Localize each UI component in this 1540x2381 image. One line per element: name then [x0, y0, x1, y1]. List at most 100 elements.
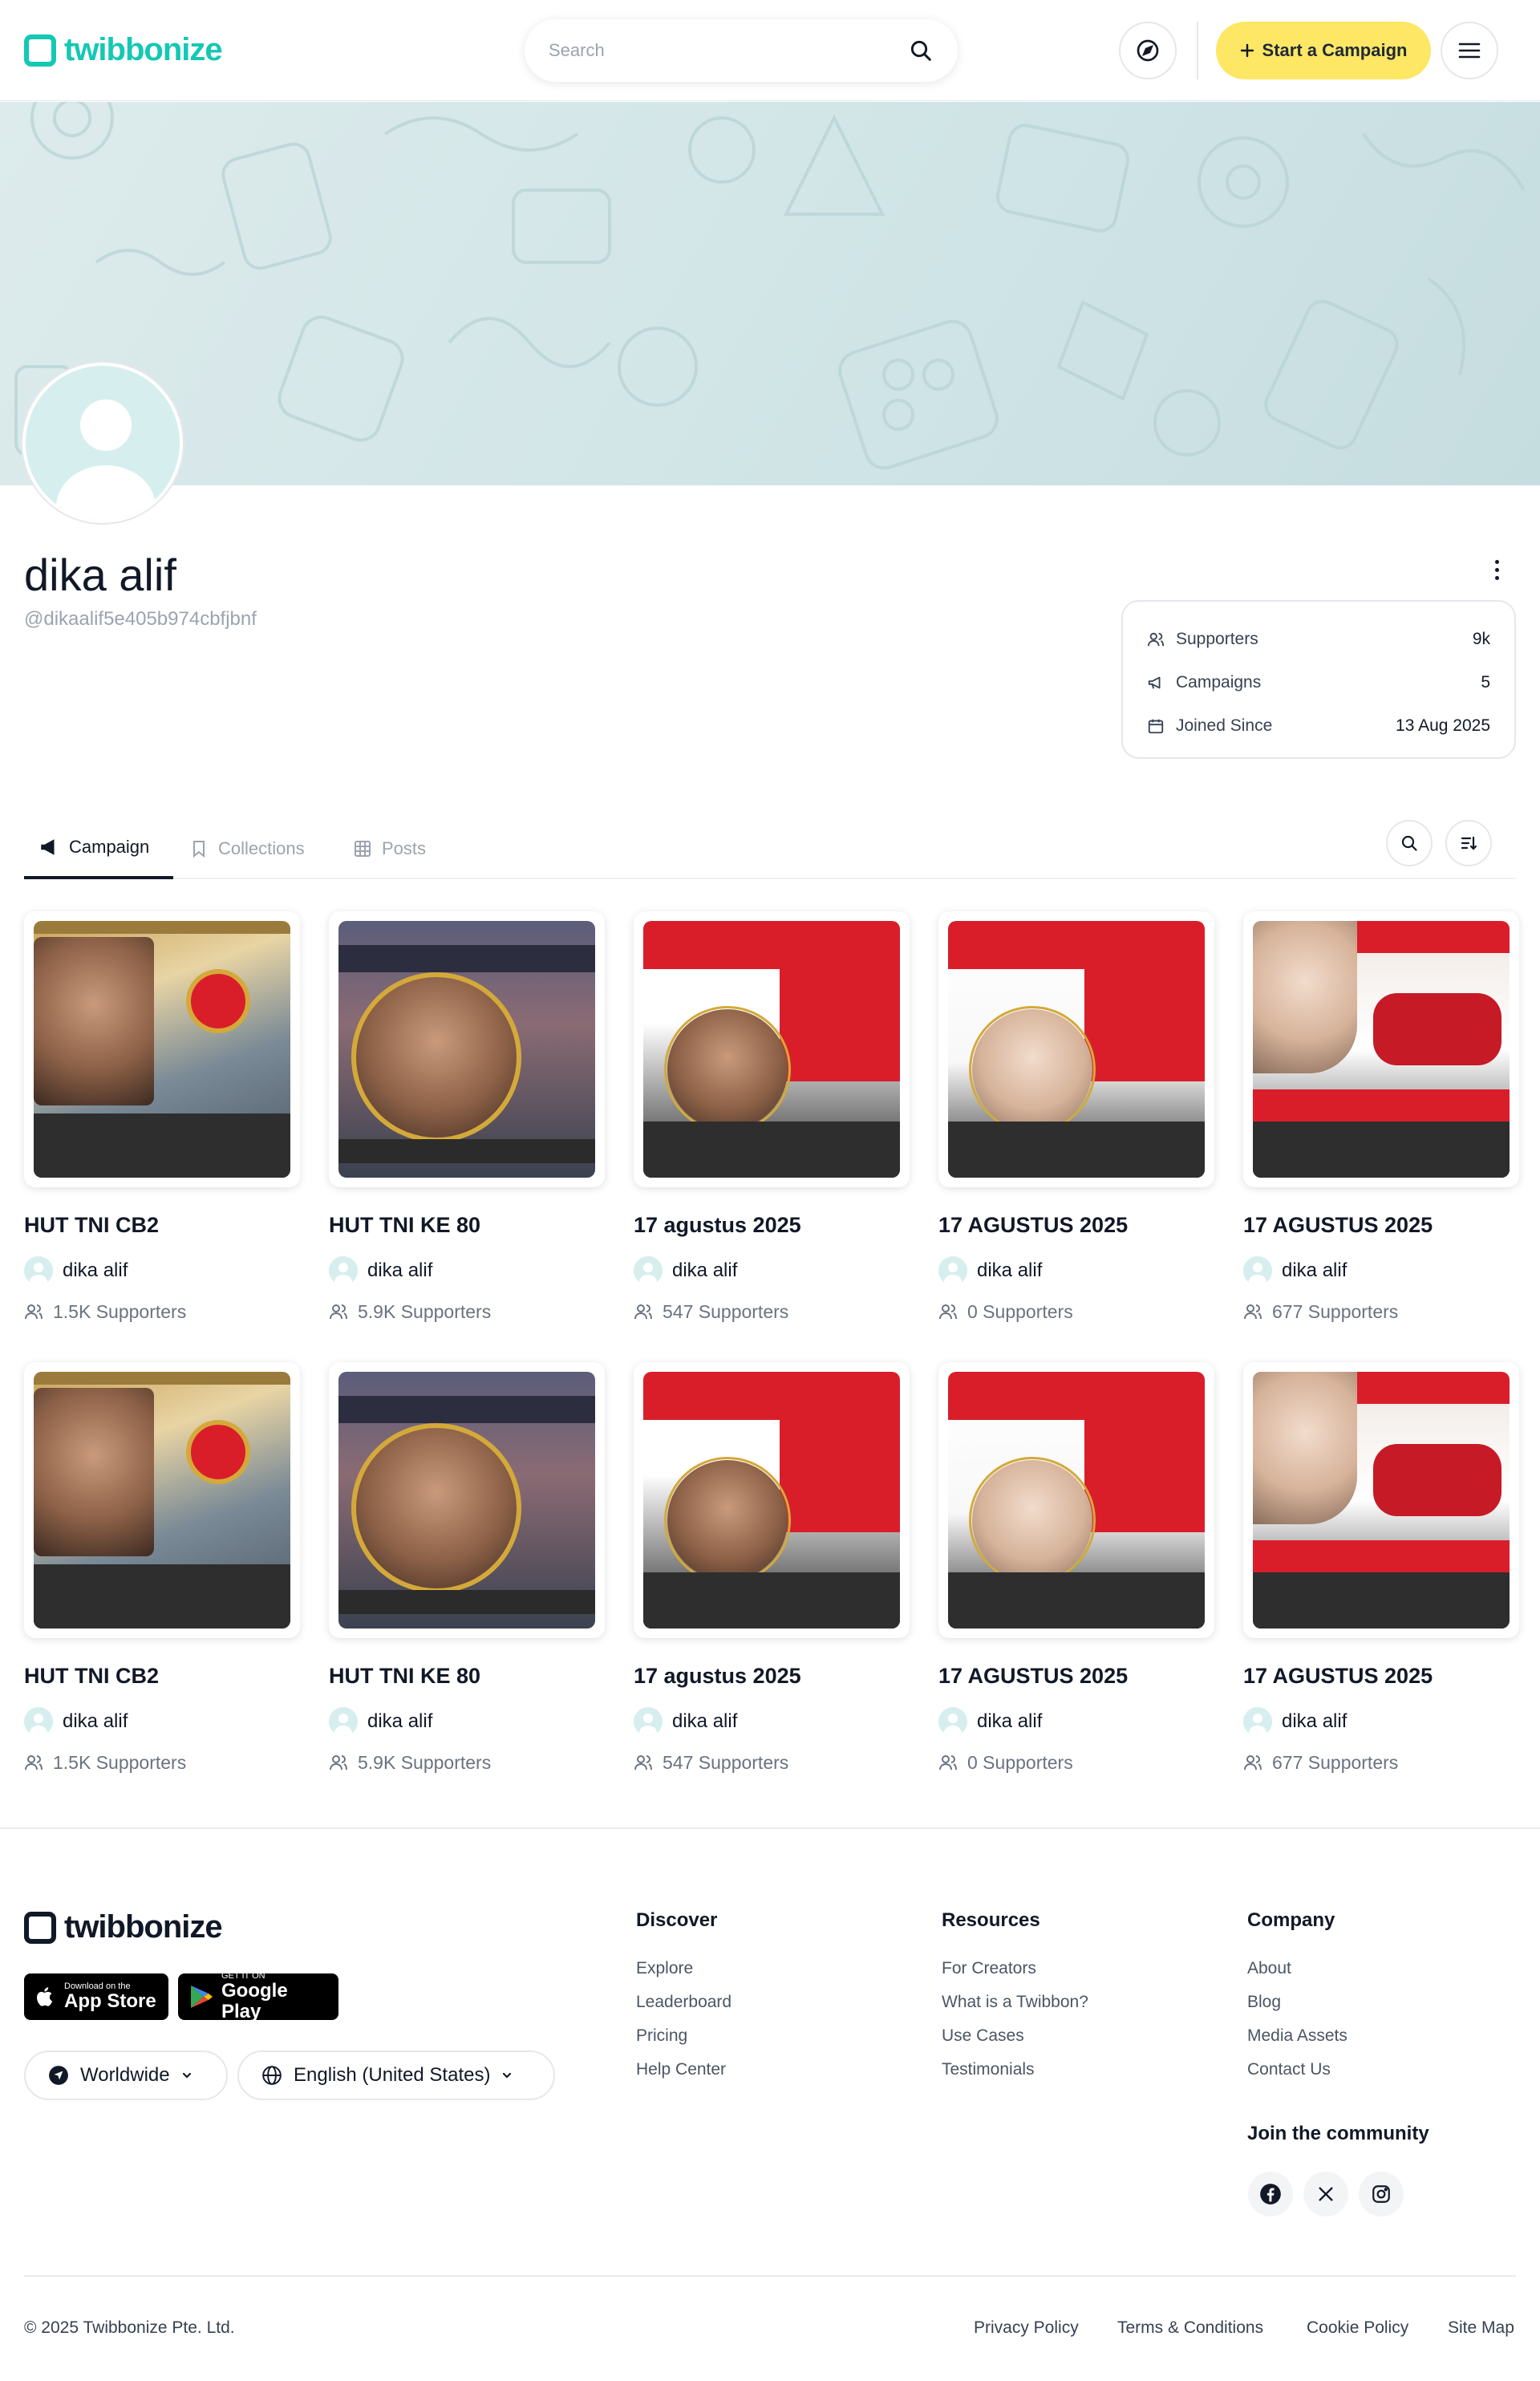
instagram-button[interactable] — [1359, 2172, 1404, 2217]
campaign-supporters: 547 Supporters — [634, 1298, 910, 1325]
language-selector[interactable]: English (United States) — [237, 2050, 555, 2100]
campaign-creator[interactable]: dika alif — [24, 1256, 300, 1285]
campaign-thumbnail[interactable] — [24, 911, 300, 1187]
campaign-title[interactable]: 17 AGUSTUS 2025 — [1243, 1664, 1519, 1691]
campaign-card[interactable]: HUT TNI CB2 dika alif 1.5K Supporters — [24, 1362, 300, 1776]
campaign-title[interactable]: 17 AGUSTUS 2025 — [938, 1213, 1214, 1240]
twibbonize-logo[interactable]: twibbonize — [24, 32, 223, 68]
tab-collections[interactable]: Collections — [189, 818, 305, 879]
sort-icon — [1459, 834, 1478, 853]
campaign-creator[interactable]: dika alif — [1243, 1256, 1519, 1285]
campaign-thumbnail[interactable] — [634, 911, 910, 1187]
campaign-card[interactable]: HUT TNI KE 80 dika alif 5.9K Supporters — [329, 911, 605, 1325]
campaign-supporters: 677 Supporters — [1243, 1298, 1519, 1325]
footer-link-contact-us[interactable]: Contact Us — [1247, 2060, 1348, 2084]
campaign-title[interactable]: 17 AGUSTUS 2025 — [1243, 1213, 1519, 1240]
search-placeholder[interactable]: Search — [549, 40, 908, 61]
campaign-card[interactable]: 17 AGUSTUS 2025 dika alif 677 Supporters — [1243, 1362, 1519, 1776]
region-selector[interactable]: Worldwide — [24, 2050, 228, 2100]
terms-conditions-link[interactable]: Terms & Conditions — [1117, 2318, 1263, 2338]
campaign-card[interactable]: 17 AGUSTUS 2025 dika alif 677 Supporters — [1243, 911, 1519, 1325]
campaign-card[interactable]: HUT TNI KE 80 dika alif 5.9K Supporters — [329, 1362, 605, 1776]
footer-link-media-assets[interactable]: Media Assets — [1247, 2026, 1348, 2050]
campaign-title[interactable]: HUT TNI CB2 — [24, 1213, 300, 1240]
sort-button[interactable] — [1445, 820, 1492, 866]
cookie-policy-link[interactable]: Cookie Policy — [1307, 2318, 1408, 2338]
campaign-card[interactable]: 17 AGUSTUS 2025 dika alif 0 Supporters — [938, 1362, 1214, 1776]
campaign-supporters: 0 Supporters — [938, 1749, 1214, 1776]
footer-link-about[interactable]: About — [1247, 1959, 1348, 1983]
logo-text: twibbonize — [64, 32, 223, 67]
campaign-supporters: 5.9K Supporters — [329, 1749, 605, 1776]
more-options-icon[interactable] — [1485, 554, 1508, 586]
campaign-title[interactable]: 17 agustus 2025 — [634, 1213, 910, 1240]
campaign-supporters: 547 Supporters — [634, 1749, 910, 1776]
campaign-frame-image — [948, 921, 1205, 1178]
compass-icon — [1135, 38, 1161, 63]
campaign-thumbnail[interactable] — [938, 1362, 1214, 1638]
tab-posts[interactable]: Posts — [353, 818, 426, 879]
campaign-card[interactable]: 17 agustus 2025 dika alif 547 Supporters — [634, 1362, 910, 1776]
campaign-card[interactable]: 17 AGUSTUS 2025 dika alif 0 Supporters — [938, 911, 1214, 1325]
campaign-title[interactable]: HUT TNI CB2 — [24, 1664, 300, 1691]
privacy-policy-link[interactable]: Privacy Policy — [974, 2318, 1079, 2338]
campaign-creator[interactable]: dika alif — [1243, 1707, 1519, 1736]
footer-link-pricing[interactable]: Pricing — [636, 2026, 732, 2050]
main-menu-button[interactable] — [1441, 22, 1498, 79]
x-button[interactable] — [1303, 2172, 1348, 2217]
profile-avatar[interactable] — [22, 363, 183, 523]
footer-link-blog[interactable]: Blog — [1247, 1993, 1348, 2017]
footer-column-title: Company — [1247, 1909, 1335, 1931]
explore-button[interactable] — [1119, 22, 1177, 79]
footer-link-help-center[interactable]: Help Center — [636, 2060, 732, 2084]
region-label: Worldwide — [80, 2064, 170, 2086]
campaign-thumbnail[interactable] — [329, 911, 605, 1187]
creator-name: dika alif — [63, 1710, 128, 1732]
app-store-button[interactable]: Download on the App Store — [24, 1973, 168, 2020]
plus-icon — [1240, 43, 1254, 58]
search-campaigns-button[interactable] — [1386, 820, 1433, 866]
campaign-creator[interactable]: dika alif — [634, 1707, 910, 1736]
campaign-thumbnail[interactable] — [1243, 1362, 1519, 1638]
campaign-thumbnail[interactable] — [938, 911, 1214, 1187]
start-campaign-button[interactable]: Start a Campaign — [1216, 22, 1431, 79]
avatar — [1243, 1256, 1272, 1285]
campaign-creator[interactable]: dika alif — [938, 1707, 1214, 1736]
site-map-link[interactable]: Site Map — [1448, 2318, 1514, 2338]
campaign-card[interactable]: HUT TNI CB2 dika alif 1.5K Supporters — [24, 911, 300, 1325]
users-icon — [329, 1753, 348, 1772]
footer-link-explore[interactable]: Explore — [636, 1959, 732, 1983]
stat-value: 13 Aug 2025 — [1396, 716, 1490, 735]
campaign-thumbnail[interactable] — [1243, 911, 1519, 1187]
campaign-thumbnail[interactable] — [329, 1362, 605, 1638]
footer-logo[interactable]: twibbonize — [24, 1909, 223, 1945]
avatar — [329, 1707, 358, 1736]
campaign-creator[interactable]: dika alif — [938, 1256, 1214, 1285]
stat-label: Supporters — [1176, 630, 1258, 648]
footer-link-use-cases[interactable]: Use Cases — [942, 2026, 1088, 2050]
campaign-card[interactable]: 17 agustus 2025 dika alif 547 Supporters — [634, 911, 910, 1325]
campaign-thumbnail[interactable] — [24, 1362, 300, 1638]
campaign-frame-image — [34, 921, 290, 1178]
tab-campaign[interactable]: Campaign — [24, 818, 173, 879]
footer-column-title: Discover — [636, 1909, 718, 1931]
footer-link-testimonials[interactable]: Testimonials — [942, 2060, 1088, 2084]
campaign-creator[interactable]: dika alif — [634, 1256, 910, 1285]
campaign-creator[interactable]: dika alif — [329, 1256, 605, 1285]
footer-link-what-is-twibbon[interactable]: What is a Twibbon? — [942, 1993, 1088, 2017]
campaign-creator[interactable]: dika alif — [329, 1707, 605, 1736]
search-icon[interactable] — [908, 38, 934, 63]
campaign-title[interactable]: 17 AGUSTUS 2025 — [938, 1664, 1214, 1691]
search-input[interactable]: Search — [525, 19, 958, 82]
campaign-supporters: 5.9K Supporters — [329, 1298, 605, 1325]
campaign-title[interactable]: HUT TNI KE 80 — [329, 1213, 605, 1240]
campaign-title[interactable]: HUT TNI KE 80 — [329, 1664, 605, 1691]
campaign-title[interactable]: 17 agustus 2025 — [634, 1664, 910, 1691]
google-play-button[interactable]: GET IT ON Google Play — [178, 1971, 338, 2022]
footer-link-leaderboard[interactable]: Leaderboard — [636, 1993, 732, 2017]
facebook-button[interactable] — [1248, 2172, 1293, 2217]
footer-link-for-creators[interactable]: For Creators — [942, 1959, 1088, 1983]
campaign-creator[interactable]: dika alif — [24, 1707, 300, 1736]
app-store-text: Download on the App Store — [64, 1981, 156, 2012]
campaign-thumbnail[interactable] — [634, 1362, 910, 1638]
